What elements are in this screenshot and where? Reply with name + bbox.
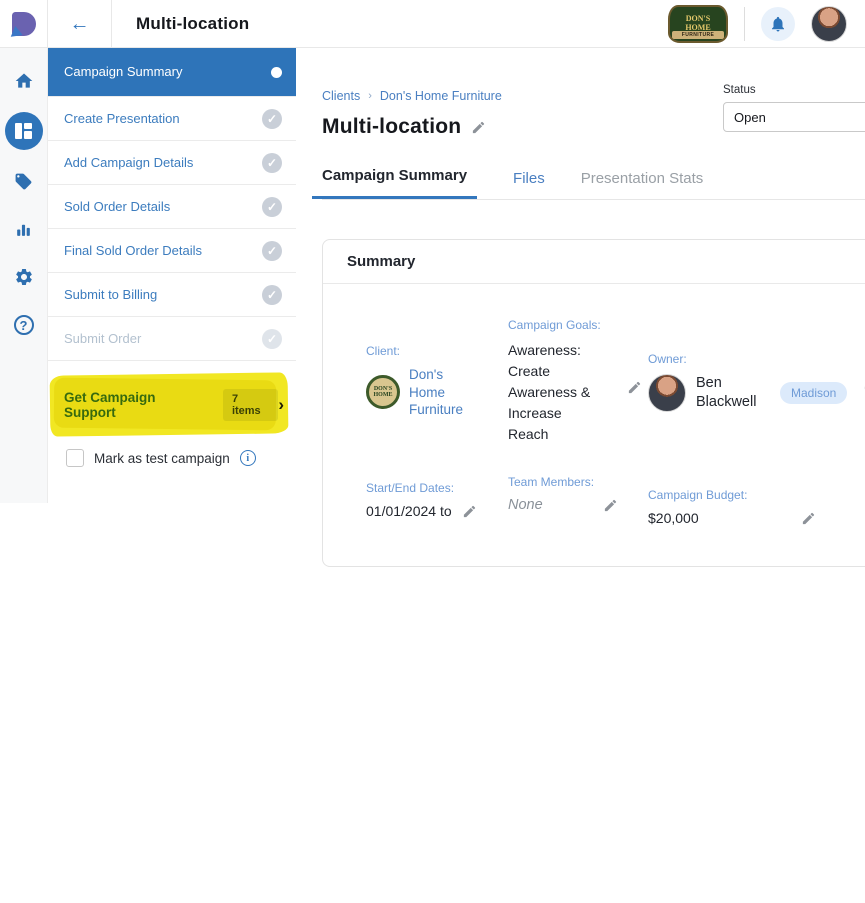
- team-members-field: Team Members: None: [508, 475, 648, 513]
- budget-field: Campaign Budget: $20,000: [648, 488, 865, 526]
- edit-budget-icon[interactable]: [801, 511, 816, 526]
- client-logo: DON'S HOME: [366, 375, 400, 409]
- nav-help-icon[interactable]: ?: [7, 308, 41, 342]
- summary-card-body: Client: DON'S HOME Don's Home Furniture …: [323, 284, 865, 566]
- step-label: Final Sold Order Details: [64, 243, 262, 259]
- campaign-steps-sidebar: Campaign Summary Create Presentation ✓ A…: [48, 48, 296, 503]
- nav-campaigns-icon[interactable]: [5, 112, 43, 150]
- test-campaign-checkbox[interactable]: [66, 449, 84, 467]
- back-button[interactable]: ←: [48, 0, 112, 48]
- brand-logo-banner: FURNITURE: [672, 31, 724, 39]
- summary-card: Summary Client: DON'S HOME Don's Home Fu…: [322, 239, 865, 567]
- step-label: Add Campaign Details: [64, 155, 262, 171]
- support-label: Get Campaign Support: [64, 390, 209, 420]
- breadcrumb-client-name[interactable]: Don's Home Furniture: [380, 89, 502, 103]
- client-name-link[interactable]: Don's Home Furniture: [409, 366, 471, 419]
- nav-settings-icon[interactable]: [7, 260, 41, 294]
- app-logo-triangle: [9, 25, 22, 37]
- topbar-actions: DON'SHOME FURNITURE: [668, 5, 865, 43]
- check-circle-icon: ✓: [262, 241, 282, 261]
- dates-value: 01/01/2024 to: [366, 503, 452, 519]
- step-submit-order: Submit Order ✓: [48, 317, 296, 361]
- summary-card-heading: Summary: [323, 240, 865, 284]
- status-dropdown[interactable]: Open ▾: [723, 102, 865, 132]
- owner-avatar: [648, 374, 686, 412]
- get-campaign-support-button[interactable]: Get Campaign Support 7 items ›: [48, 383, 296, 427]
- app-logo[interactable]: [0, 0, 48, 48]
- step-final-sold-order-details[interactable]: Final Sold Order Details ✓: [48, 229, 296, 273]
- client-field: Client: DON'S HOME Don's Home Furniture: [366, 344, 508, 419]
- nav-home-icon[interactable]: [7, 64, 41, 98]
- user-avatar[interactable]: [811, 6, 847, 42]
- campaign-goals-label: Campaign Goals:: [508, 318, 648, 332]
- edit-team-icon[interactable]: [603, 498, 618, 513]
- topbar-divider: [744, 7, 745, 41]
- check-circle-icon: ✓: [262, 153, 282, 173]
- check-circle-icon: ✓: [262, 197, 282, 217]
- edit-dates-icon[interactable]: [462, 504, 477, 519]
- step-create-presentation[interactable]: Create Presentation ✓: [48, 97, 296, 141]
- owner-field: Owner: Ben Blackwell Madison: [648, 352, 865, 412]
- notifications-button[interactable]: [761, 7, 795, 41]
- step-label: Submit to Billing: [64, 287, 262, 303]
- campaign-goals-value: Awareness: Create Awareness & Increase R…: [508, 340, 604, 445]
- page-title: Multi-location: [322, 115, 461, 139]
- dates-field: Start/End Dates: 01/01/2024 to: [366, 481, 508, 519]
- test-campaign-label: Mark as test campaign: [94, 451, 230, 466]
- step-label: Submit Order: [64, 331, 262, 347]
- budget-value: $20,000: [648, 510, 699, 526]
- back-arrow-icon: ←: [70, 14, 90, 34]
- step-campaign-summary[interactable]: Campaign Summary: [48, 48, 296, 97]
- breadcrumb-clients[interactable]: Clients: [322, 89, 360, 103]
- team-members-value: None: [508, 497, 543, 513]
- tab-presentation-stats[interactable]: Presentation Stats: [581, 170, 704, 199]
- tab-files[interactable]: Files: [513, 170, 545, 199]
- step-label: Campaign Summary: [64, 64, 271, 80]
- dates-label: Start/End Dates:: [366, 481, 508, 495]
- chevron-right-icon: ›: [278, 395, 284, 415]
- summary-row-1: Client: DON'S HOME Don's Home Furniture …: [366, 318, 865, 445]
- edit-goals-icon[interactable]: [627, 380, 642, 395]
- window-title: Multi-location: [136, 14, 249, 34]
- tab-campaign-summary[interactable]: Campaign Summary: [312, 167, 477, 199]
- owner-name: Ben Blackwell: [696, 374, 770, 410]
- nav-reports-icon[interactable]: [7, 212, 41, 246]
- edit-title-icon[interactable]: [471, 120, 486, 135]
- breadcrumb-separator-icon: ›: [368, 90, 372, 102]
- icon-rail: ?: [0, 48, 48, 503]
- info-icon[interactable]: i: [240, 450, 256, 466]
- main-content: Clients › Don's Home Furniture Multi-loc…: [296, 48, 865, 903]
- budget-label: Campaign Budget:: [648, 488, 865, 502]
- step-label: Create Presentation: [64, 111, 262, 127]
- top-bar: ← Multi-location DON'SHOME FURNITURE: [0, 0, 865, 48]
- step-submit-to-billing[interactable]: Submit to Billing ✓: [48, 273, 296, 317]
- status-box: Status Open ▾: [723, 84, 865, 132]
- client-brand-logo: DON'SHOME FURNITURE: [668, 5, 728, 43]
- brand-logo-text: DON'SHOME: [685, 15, 710, 32]
- test-campaign-row: Mark as test campaign i: [48, 449, 296, 467]
- step-sold-order-details[interactable]: Sold Order Details ✓: [48, 185, 296, 229]
- items-count-badge: 7 items: [223, 389, 278, 421]
- check-circle-icon: ✓: [262, 285, 282, 305]
- owner-market-badge[interactable]: Madison: [780, 382, 847, 404]
- summary-row-2: Start/End Dates: 01/01/2024 to Team Memb…: [366, 475, 865, 526]
- campaign-goals-field: Campaign Goals: Awareness: Create Awaren…: [508, 318, 648, 445]
- bell-icon: [769, 15, 787, 33]
- nav-tags-icon[interactable]: [7, 164, 41, 198]
- owner-label: Owner:: [648, 352, 865, 366]
- status-value: Open: [734, 110, 766, 125]
- client-label: Client:: [366, 344, 508, 358]
- tabs: Campaign Summary Files Presentation Stat…: [322, 167, 865, 200]
- question-mark-icon: ?: [14, 315, 34, 335]
- dashboard-icon: [15, 123, 32, 139]
- active-dot-icon: [271, 67, 282, 78]
- step-label: Sold Order Details: [64, 199, 262, 215]
- team-members-label: Team Members:: [508, 475, 648, 489]
- check-circle-icon: ✓: [262, 109, 282, 129]
- check-circle-icon: ✓: [262, 329, 282, 349]
- status-label: Status: [723, 84, 865, 96]
- step-add-campaign-details[interactable]: Add Campaign Details ✓: [48, 141, 296, 185]
